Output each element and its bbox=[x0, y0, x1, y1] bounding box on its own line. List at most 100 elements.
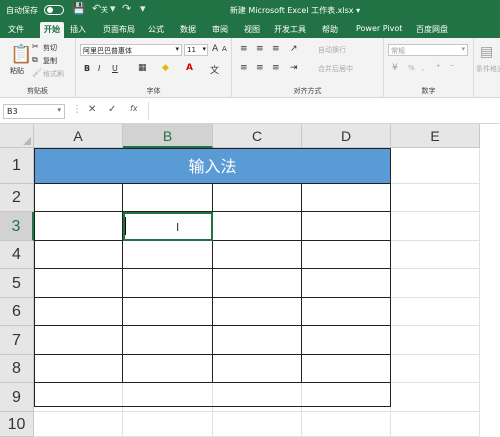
row-header-8[interactable]: 8 bbox=[0, 355, 34, 383]
fill-color-icon[interactable]: ◆ bbox=[162, 63, 169, 73]
cell-e9[interactable] bbox=[391, 383, 480, 412]
cell-e1[interactable] bbox=[391, 148, 480, 184]
tab-6[interactable]: 审阅 bbox=[212, 24, 228, 35]
cut-button[interactable]: 剪切 bbox=[43, 43, 57, 53]
tab-7[interactable]: 视图 bbox=[244, 24, 260, 35]
cell-b4[interactable] bbox=[123, 241, 213, 269]
row-header-9[interactable]: 9 bbox=[0, 383, 34, 412]
cell-b2[interactable] bbox=[123, 184, 213, 212]
align-right-icon[interactable]: ≡ bbox=[272, 63, 280, 73]
italic-button[interactable]: I bbox=[98, 64, 100, 73]
copy-button[interactable]: 复制 bbox=[43, 56, 57, 66]
cell-b5[interactable] bbox=[123, 269, 213, 298]
column-header-d[interactable]: D bbox=[302, 124, 391, 148]
row-header-5[interactable]: 5 bbox=[0, 269, 34, 298]
row-header-1[interactable]: 1 bbox=[0, 148, 34, 184]
cut-icon[interactable]: ✂ bbox=[32, 42, 39, 51]
cell-a9[interactable] bbox=[34, 383, 123, 412]
select-all-button[interactable] bbox=[0, 124, 34, 148]
font-size-select[interactable]: 11 ▾ bbox=[184, 44, 208, 56]
tab-10[interactable]: Power Pivot bbox=[356, 24, 402, 33]
cell-d7[interactable] bbox=[302, 326, 391, 355]
bold-button[interactable]: B bbox=[84, 64, 90, 73]
currency-icon[interactable]: ¥ bbox=[392, 63, 398, 73]
tab-4[interactable]: 公式 bbox=[148, 24, 164, 35]
row-header-7[interactable]: 7 bbox=[0, 326, 34, 355]
cell-b8[interactable] bbox=[123, 355, 213, 383]
indent-icon[interactable]: ⇥ bbox=[290, 63, 298, 73]
cell-c10[interactable] bbox=[213, 412, 302, 437]
name-box[interactable]: B3 ▾ bbox=[3, 104, 65, 119]
row-header-3[interactable]: 3 bbox=[0, 212, 34, 241]
cell-c9[interactable] bbox=[213, 383, 302, 412]
format-painter-icon[interactable]: 🖌 bbox=[32, 68, 42, 77]
grow-font-button[interactable]: A bbox=[212, 44, 218, 54]
row-header-6[interactable]: 6 bbox=[0, 298, 34, 326]
cell-c8[interactable] bbox=[213, 355, 302, 383]
cell-a6[interactable] bbox=[34, 298, 123, 326]
cell-c4[interactable] bbox=[213, 241, 302, 269]
copy-icon[interactable]: ⧉ bbox=[32, 55, 38, 65]
tab-0[interactable]: 文件 bbox=[8, 24, 24, 35]
active-cell-b3[interactable] bbox=[123, 212, 213, 241]
font-name-select[interactable]: 阿里巴巴普惠体 ▾ bbox=[80, 44, 182, 56]
column-header-e[interactable]: E bbox=[391, 124, 480, 148]
formula-input[interactable] bbox=[148, 102, 498, 120]
font-color-icon[interactable]: A bbox=[186, 63, 193, 73]
cell-e6[interactable] bbox=[391, 298, 480, 326]
cell-a2[interactable] bbox=[34, 184, 123, 212]
cell-c3[interactable] bbox=[213, 212, 302, 241]
decrease-decimal-icon[interactable]: ⁻ bbox=[450, 63, 455, 73]
conditional-format-button[interactable]: 条件格式 bbox=[476, 64, 500, 74]
tab-1[interactable]: 开始 bbox=[40, 22, 64, 38]
cell-b10[interactable] bbox=[123, 412, 213, 437]
row-header-2[interactable]: 2 bbox=[0, 184, 34, 212]
cell-c2[interactable] bbox=[213, 184, 302, 212]
cell-a3[interactable] bbox=[34, 212, 123, 241]
cell-a7[interactable] bbox=[34, 326, 123, 355]
phonetic-icon[interactable]: 文 bbox=[210, 63, 219, 76]
cell-c6[interactable] bbox=[213, 298, 302, 326]
tab-5[interactable]: 数据 bbox=[180, 24, 196, 35]
borders-icon[interactable]: ▦ bbox=[138, 63, 147, 73]
cell-b7[interactable] bbox=[123, 326, 213, 355]
cell-e7[interactable] bbox=[391, 326, 480, 355]
cell-d10[interactable] bbox=[302, 412, 391, 437]
row-header-4[interactable]: 4 bbox=[0, 241, 34, 269]
cell-a10[interactable] bbox=[34, 412, 123, 437]
cell-a5[interactable] bbox=[34, 269, 123, 298]
cell-b6[interactable] bbox=[123, 298, 213, 326]
underline-button[interactable]: U bbox=[112, 64, 118, 73]
comma-button[interactable]: , bbox=[422, 64, 424, 72]
cell-e8[interactable] bbox=[391, 355, 480, 383]
cell-b9[interactable] bbox=[123, 383, 213, 412]
orientation-icon[interactable]: ↗ bbox=[290, 44, 298, 54]
cell-d8[interactable] bbox=[302, 355, 391, 383]
tab-2[interactable]: 插入 bbox=[70, 24, 86, 35]
cell-d5[interactable] bbox=[302, 269, 391, 298]
row-header-10[interactable]: 10 bbox=[0, 412, 34, 437]
cell-e4[interactable] bbox=[391, 241, 480, 269]
align-bottom-icon[interactable]: ≡ bbox=[272, 44, 280, 54]
insert-function-icon[interactable]: fx bbox=[130, 104, 138, 113]
cell-c7[interactable] bbox=[213, 326, 302, 355]
paste-button[interactable]: 粘贴 bbox=[10, 66, 24, 76]
tab-8[interactable]: 开发工具 bbox=[274, 24, 306, 35]
paste-icon[interactable]: 📋 bbox=[10, 44, 32, 65]
align-middle-icon[interactable]: ≡ bbox=[256, 44, 264, 54]
cell-a4[interactable] bbox=[34, 241, 123, 269]
column-header-b[interactable]: B bbox=[123, 124, 213, 148]
title-dropdown-icon[interactable]: ▾ bbox=[356, 6, 360, 15]
shrink-font-button[interactable]: A bbox=[222, 45, 227, 53]
align-left-icon[interactable]: ≡ bbox=[240, 63, 248, 73]
conditional-format-icon[interactable]: ▤ bbox=[480, 44, 493, 60]
column-header-c[interactable]: C bbox=[213, 124, 302, 148]
wrap-text-button[interactable]: 自动换行 bbox=[318, 45, 346, 55]
cancel-icon[interactable]: ✕ bbox=[88, 104, 96, 115]
enter-icon[interactable]: ✓ bbox=[108, 104, 116, 115]
number-format-select[interactable]: 常规 ▾ bbox=[388, 44, 468, 56]
cell-d9[interactable] bbox=[302, 383, 391, 412]
cell-e5[interactable] bbox=[391, 269, 480, 298]
percent-button[interactable]: % bbox=[408, 64, 415, 72]
cell-c5[interactable] bbox=[213, 269, 302, 298]
